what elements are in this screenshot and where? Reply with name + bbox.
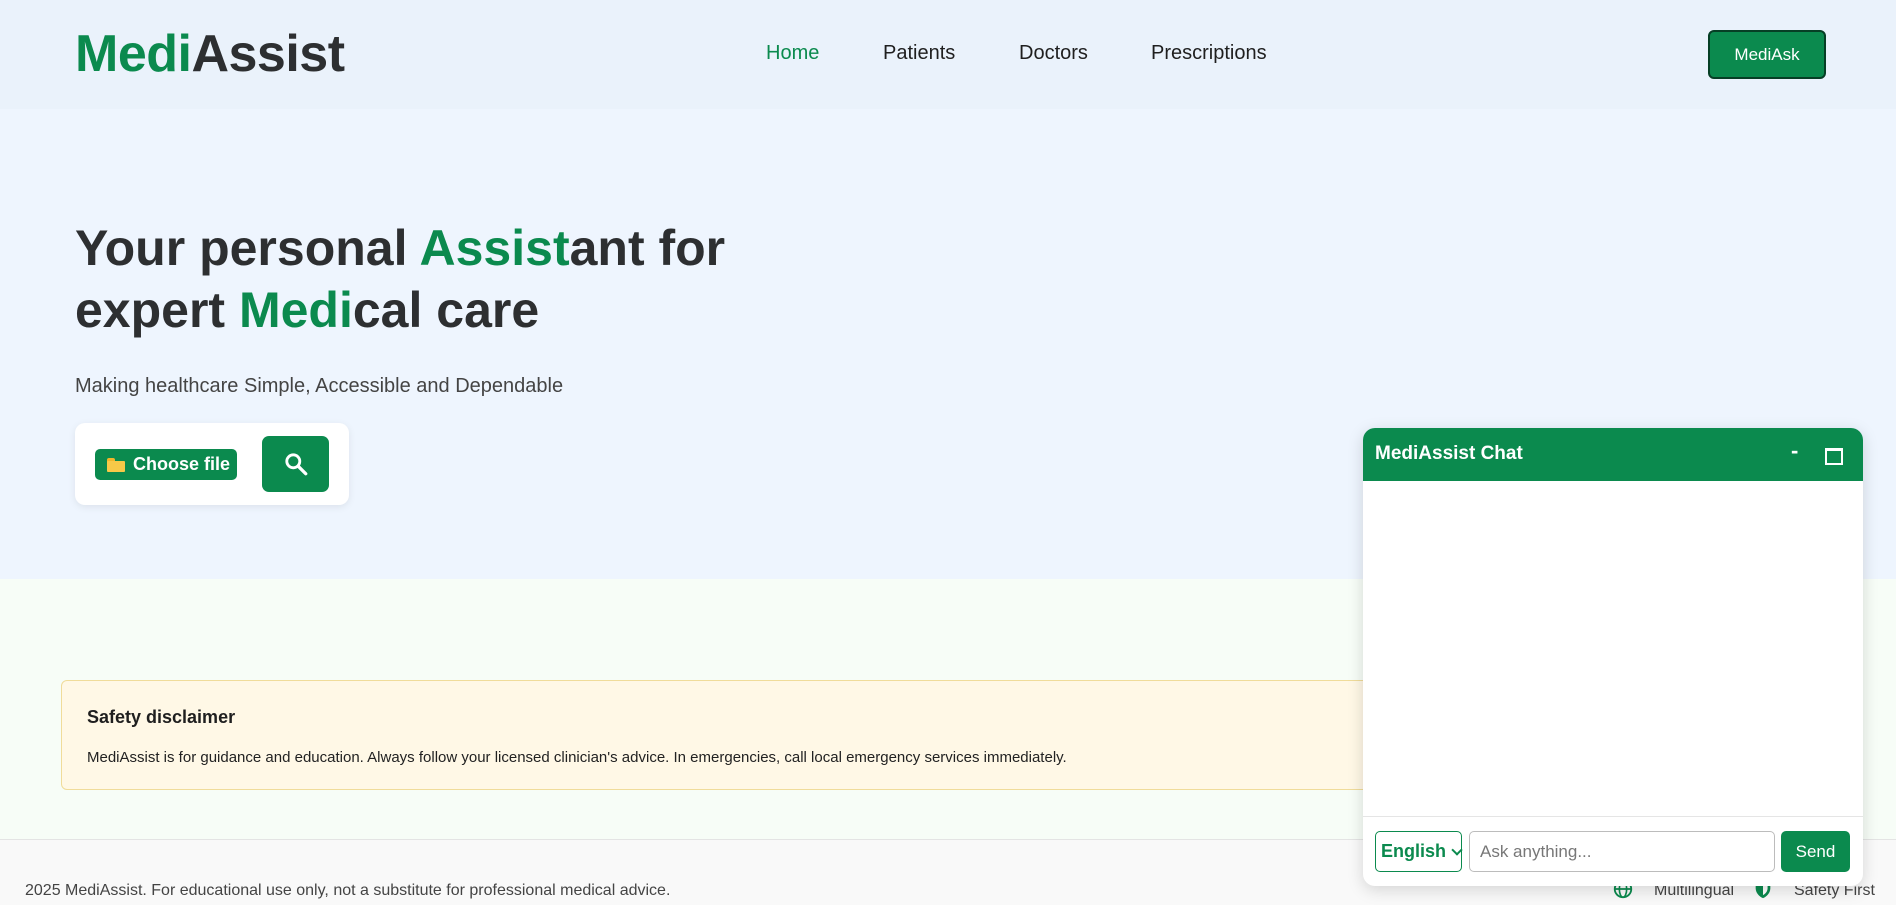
chat-header: MediAssist Chat - (1363, 428, 1863, 481)
hero-title-highlight: Assist (419, 220, 570, 276)
nav-prescriptions[interactable]: Prescriptions (1151, 42, 1267, 65)
nav-home[interactable]: Home (766, 42, 819, 65)
logo-medi: Medi (75, 25, 192, 83)
logo[interactable]: MediAssist (75, 24, 345, 84)
nav-patients[interactable]: Patients (883, 42, 955, 65)
search-button[interactable] (262, 436, 329, 492)
chat-maximize-icon[interactable] (1825, 448, 1843, 465)
chevron-down-icon (1451, 843, 1463, 856)
language-value: English (1381, 841, 1447, 861)
choose-file-button[interactable]: Choose file (95, 449, 237, 480)
send-button[interactable]: Send (1781, 831, 1850, 872)
upload-card: Choose file (75, 423, 349, 505)
language-select[interactable]: English (1375, 831, 1463, 872)
hero-title-highlight: Medi (238, 282, 353, 338)
mediask-button[interactable]: MediAsk (1708, 30, 1826, 79)
hero-title-text: expert (75, 282, 239, 338)
footer-copyright: 2025 MediAssist. For educational use onl… (25, 882, 671, 899)
chat-input[interactable] (1469, 831, 1775, 872)
choose-file-label: Choose file (133, 454, 231, 474)
hero-title: Your personal Assistant for expert Medic… (75, 217, 725, 341)
safety-disclaimer: Safety disclaimer MediAssist is for guid… (61, 680, 1541, 790)
hero-title-text: ant for (569, 220, 726, 276)
top-header: MediAssist Home Patients Doctors Prescri… (0, 0, 1896, 109)
chat-widget: MediAssist Chat - English Send (1363, 428, 1863, 886)
chat-minimize-button[interactable]: - (1791, 438, 1798, 464)
hero-title-text: cal care (352, 282, 540, 338)
nav-doctors[interactable]: Doctors (1019, 42, 1088, 65)
folder-icon (107, 457, 125, 472)
hero-title-text: Your personal (75, 220, 420, 276)
chat-messages (1363, 481, 1863, 817)
disclaimer-text: MediAssist is for guidance and education… (87, 749, 1067, 766)
search-icon (284, 453, 307, 476)
chat-title: MediAssist Chat (1375, 443, 1523, 464)
hero-subtitle: Making healthcare Simple, Accessible and… (75, 375, 564, 397)
disclaimer-title: Safety disclaimer (87, 707, 236, 727)
logo-assist: Assist (191, 25, 345, 83)
chat-input-bar: English Send (1363, 817, 1863, 886)
